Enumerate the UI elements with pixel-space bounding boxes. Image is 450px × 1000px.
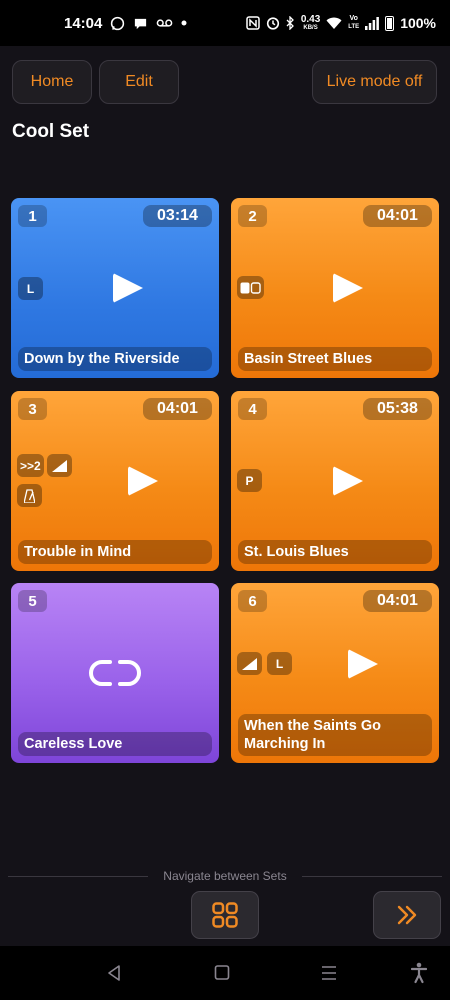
song-tile-4[interactable]: 4 05:38 P St. Louis Blues xyxy=(231,391,439,571)
alarm-icon xyxy=(266,16,280,30)
set-grid-button[interactable] xyxy=(191,891,259,939)
song-tile-6[interactable]: 6 04:01 L When the Saints Go Marching In xyxy=(231,583,439,763)
song-duration: 04:01 xyxy=(363,205,432,227)
play-icon[interactable] xyxy=(348,649,378,679)
navigate-sets-label: Navigate between Sets xyxy=(163,869,287,883)
skip-badge: >>2 xyxy=(17,454,44,477)
loop-badge: L xyxy=(18,277,43,300)
song-duration: 03:14 xyxy=(143,205,212,227)
signal-icon xyxy=(365,16,380,30)
song-duration: 04:01 xyxy=(363,590,432,612)
whatsapp-icon xyxy=(110,16,125,31)
dual-pad-icon xyxy=(237,276,264,299)
home-icon[interactable] xyxy=(214,964,230,982)
live-mode-toggle[interactable]: Live mode off xyxy=(312,60,437,104)
song-tile-5[interactable]: 5 Careless Love xyxy=(11,583,219,763)
home-button[interactable]: Home xyxy=(12,60,92,104)
play-icon[interactable] xyxy=(113,273,143,303)
song-title: St. Louis Blues xyxy=(238,540,432,564)
metronome-icon xyxy=(17,484,42,507)
next-set-button[interactable] xyxy=(373,891,441,939)
song-duration: 04:01 xyxy=(143,398,212,420)
ramp-icon xyxy=(237,652,262,675)
battery-icon xyxy=(385,15,395,31)
song-title: When the Saints Go Marching In xyxy=(238,714,432,756)
back-icon[interactable] xyxy=(106,964,122,982)
voicemail-icon xyxy=(156,17,173,29)
edit-button[interactable]: Edit xyxy=(99,60,179,104)
song-title: Down by the Riverside xyxy=(18,347,212,371)
song-title: Careless Love xyxy=(18,732,212,756)
status-bar: 14:04 0.43 KB/S Vo LTE 100% xyxy=(0,0,450,46)
song-number: 2 xyxy=(238,205,267,227)
system-nav-bar xyxy=(0,946,450,1000)
nfc-icon xyxy=(246,16,260,30)
ramp-icon xyxy=(47,454,72,477)
song-number: 5 xyxy=(18,590,47,612)
grid-icon xyxy=(212,902,238,928)
song-title: Basin Street Blues xyxy=(238,347,432,371)
song-title: Trouble in Mind xyxy=(18,540,212,564)
play-icon[interactable] xyxy=(128,466,158,496)
song-duration: 05:38 xyxy=(363,398,432,420)
network-speed: 0.43 KB/S xyxy=(300,13,321,31)
bluetooth-icon xyxy=(286,16,295,30)
play-icon[interactable] xyxy=(333,466,363,496)
chat-icon xyxy=(133,16,148,31)
song-tile-1[interactable]: 1 03:14 L Down by the Riverside xyxy=(11,198,219,378)
clock: 14:04 xyxy=(64,14,103,32)
set-title: Cool Set xyxy=(12,121,90,142)
song-number: 1 xyxy=(18,205,47,227)
song-tile-3[interactable]: 3 04:01 >>2 Trouble in Mind xyxy=(11,391,219,571)
accessibility-icon[interactable] xyxy=(411,962,427,984)
double-chevron-right-icon xyxy=(397,905,417,925)
song-number: 4 xyxy=(238,398,267,420)
volte-indicator: Vo LTE xyxy=(348,15,360,30)
loop-icon[interactable] xyxy=(88,659,142,687)
pause-badge: P xyxy=(237,469,262,492)
loop-badge: L xyxy=(267,652,292,675)
song-tile-2[interactable]: 2 04:01 Basin Street Blues xyxy=(231,198,439,378)
song-number: 3 xyxy=(18,398,47,420)
recents-icon[interactable] xyxy=(321,964,337,982)
dot-icon xyxy=(181,20,187,26)
battery-percent: 100% xyxy=(400,15,436,31)
wifi-icon xyxy=(326,17,342,30)
song-number: 6 xyxy=(238,590,267,612)
play-icon[interactable] xyxy=(333,273,363,303)
